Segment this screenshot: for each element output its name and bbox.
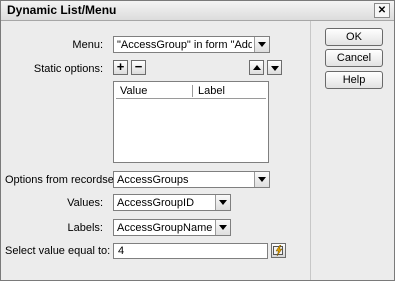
- minus-icon: −: [134, 59, 143, 74]
- add-option-button[interactable]: +: [113, 60, 128, 75]
- ok-button[interactable]: OK: [325, 28, 383, 46]
- help-button[interactable]: Help: [325, 71, 383, 89]
- labels-select-value: AccessGroupName: [117, 222, 213, 234]
- move-down-button[interactable]: [267, 60, 282, 75]
- values-select[interactable]: AccessGroupID: [113, 194, 231, 211]
- divider: [310, 21, 311, 280]
- chevron-down-icon[interactable]: [215, 195, 230, 210]
- labels-select[interactable]: AccessGroupName: [113, 219, 231, 236]
- recordset-select[interactable]: AccessGroups: [113, 171, 270, 188]
- recordset-label: Options from recordset:: [5, 174, 120, 186]
- chevron-down-icon[interactable]: [254, 37, 269, 52]
- column-divider: [192, 85, 193, 97]
- values-label: Values:: [67, 197, 103, 209]
- chevron-down-icon[interactable]: [254, 172, 269, 187]
- dynamic-data-button[interactable]: [271, 243, 286, 258]
- select-value-label: Select value equal to:: [5, 245, 111, 257]
- move-up-button[interactable]: [249, 60, 264, 75]
- remove-option-button[interactable]: −: [131, 60, 146, 75]
- plus-icon: +: [116, 59, 125, 74]
- static-options-label: Static options:: [33, 63, 103, 75]
- labels-label: Labels:: [67, 222, 103, 234]
- dialog-title: Dynamic List/Menu: [7, 3, 117, 17]
- values-select-value: AccessGroupID: [117, 197, 195, 209]
- cancel-button[interactable]: Cancel: [325, 49, 383, 67]
- menu-select-value: "AccessGroup" in form "AddNewUser": [117, 39, 252, 51]
- column-header-value[interactable]: Value: [120, 85, 147, 97]
- static-options-list[interactable]: Value Label: [113, 81, 269, 163]
- recordset-select-value: AccessGroups: [117, 174, 189, 186]
- title-bar[interactable]: Dynamic List/Menu ✕: [1, 1, 394, 21]
- select-value-text: 4: [118, 245, 125, 257]
- close-button[interactable]: ✕: [374, 3, 390, 18]
- menu-label: Menu:: [72, 39, 103, 51]
- select-value-input[interactable]: 4: [113, 243, 268, 259]
- chevron-down-icon[interactable]: [215, 220, 230, 235]
- lightning-icon: [273, 245, 283, 256]
- menu-select[interactable]: "AccessGroup" in form "AddNewUser": [113, 36, 270, 53]
- dynamic-list-menu-dialog: Dynamic List/Menu ✕ Menu: "AccessGroup" …: [0, 0, 395, 281]
- close-icon: ✕: [377, 5, 387, 16]
- static-options-header: Value Label: [116, 84, 266, 99]
- column-header-label[interactable]: Label: [198, 85, 225, 97]
